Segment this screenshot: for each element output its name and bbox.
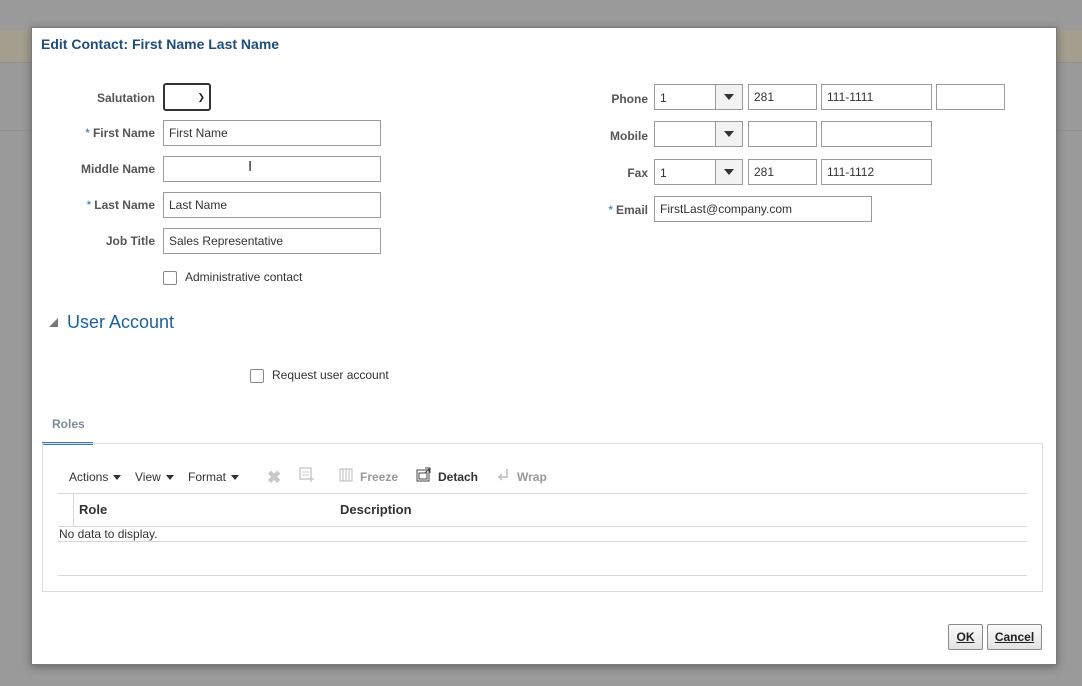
last-name-field[interactable] — [163, 192, 381, 218]
mobile-country-select[interactable] — [654, 121, 743, 147]
ok-button-label: OK — [956, 630, 975, 644]
administrative-contact-label: Administrative contact — [185, 270, 303, 284]
collapse-triangle-icon[interactable] — [49, 318, 58, 327]
freeze-icon — [339, 468, 353, 482]
salutation-select[interactable]: ❯ — [163, 83, 211, 111]
request-user-account-label: Request user account — [272, 368, 389, 382]
salutation-label: Salutation — [96, 91, 155, 105]
tab-roles[interactable]: Roles — [42, 416, 93, 445]
phone-extension-field[interactable] — [936, 84, 1005, 110]
fax-label: Fax — [627, 166, 648, 180]
email-field[interactable] — [654, 196, 872, 222]
middle-name-field[interactable] — [163, 156, 381, 182]
last-name-label: * Last Name — [86, 198, 155, 212]
wrap-icon — [497, 469, 508, 481]
user-account-section-title[interactable]: User Account — [67, 312, 174, 333]
column-header-description[interactable]: Description — [340, 502, 412, 517]
caret-down-icon — [724, 169, 734, 175]
email-label: * Email — [608, 203, 648, 217]
middle-name-label: Middle Name — [80, 162, 155, 176]
format-menu[interactable]: Format — [188, 470, 240, 484]
fax-country-select[interactable]: 1 — [654, 159, 743, 185]
column-separator — [73, 494, 74, 526]
caret-down-icon — [231, 475, 240, 481]
first-name-field[interactable] — [163, 120, 381, 146]
edit-contact-dialog: Edit Contact: First Name Last Name Salut… — [31, 27, 1057, 665]
dropdown-button[interactable] — [715, 85, 742, 109]
delete-icon[interactable]: ✖ — [267, 468, 281, 488]
view-label: View — [135, 470, 161, 484]
first-name-label: * First Name — [85, 126, 155, 140]
job-title-field[interactable] — [163, 228, 381, 254]
mobile-label: Mobile — [610, 129, 648, 143]
required-icon: * — [86, 198, 92, 212]
no-data-message: No data to display. — [59, 527, 158, 541]
freeze-button[interactable]: Freeze — [360, 470, 398, 484]
ok-button[interactable]: OK — [948, 624, 983, 650]
mobile-area-field[interactable] — [748, 121, 817, 147]
phone-country-value: 1 — [660, 91, 667, 105]
view-menu[interactable]: View — [135, 470, 174, 484]
chevron-down-icon: ❯ — [197, 92, 205, 102]
caret-down-icon — [724, 94, 734, 100]
dropdown-button[interactable] — [715, 122, 742, 146]
cancel-button[interactable]: Cancel — [987, 624, 1042, 650]
detach-button[interactable]: Detach — [438, 470, 478, 484]
table-divider — [58, 541, 1027, 542]
fax-country-value: 1 — [660, 166, 667, 180]
caret-down-icon — [724, 131, 734, 137]
job-title-label: Job Title — [105, 234, 155, 248]
phone-area-field[interactable] — [748, 84, 817, 110]
fax-number-field[interactable] — [821, 159, 932, 185]
format-label: Format — [188, 470, 227, 484]
actions-label: Actions — [69, 470, 109, 484]
fax-area-field[interactable] — [748, 159, 817, 185]
phone-country-select[interactable]: 1 — [654, 84, 743, 110]
dropdown-button[interactable] — [715, 160, 742, 184]
text-cursor-icon: ⁨I — [248, 158, 253, 175]
actions-menu[interactable]: Actions — [69, 470, 122, 484]
wrap-button[interactable]: Wrap — [517, 470, 547, 484]
caret-down-icon — [165, 475, 174, 481]
roles-table-header: Role Description — [58, 493, 1027, 527]
tab-roles-label: Roles — [52, 417, 85, 431]
column-header-role[interactable]: Role — [79, 502, 107, 517]
roles-panel: Actions View Format ✖ Freeze Detach Wrap… — [42, 443, 1043, 592]
mobile-number-field[interactable] — [821, 121, 932, 147]
required-icon: * — [608, 203, 613, 217]
add-row-icon[interactable] — [299, 466, 315, 482]
detach-icon — [416, 467, 431, 482]
phone-label: Phone — [611, 92, 648, 106]
cancel-button-label: Cancel — [994, 630, 1035, 644]
table-divider — [58, 575, 1027, 576]
request-user-account-checkbox[interactable] — [250, 369, 264, 383]
dialog-title: Edit Contact: First Name Last Name — [41, 36, 280, 52]
phone-number-field[interactable] — [821, 84, 932, 110]
required-icon: * — [85, 126, 90, 140]
caret-down-icon — [113, 475, 122, 481]
administrative-contact-checkbox[interactable] — [163, 271, 177, 285]
